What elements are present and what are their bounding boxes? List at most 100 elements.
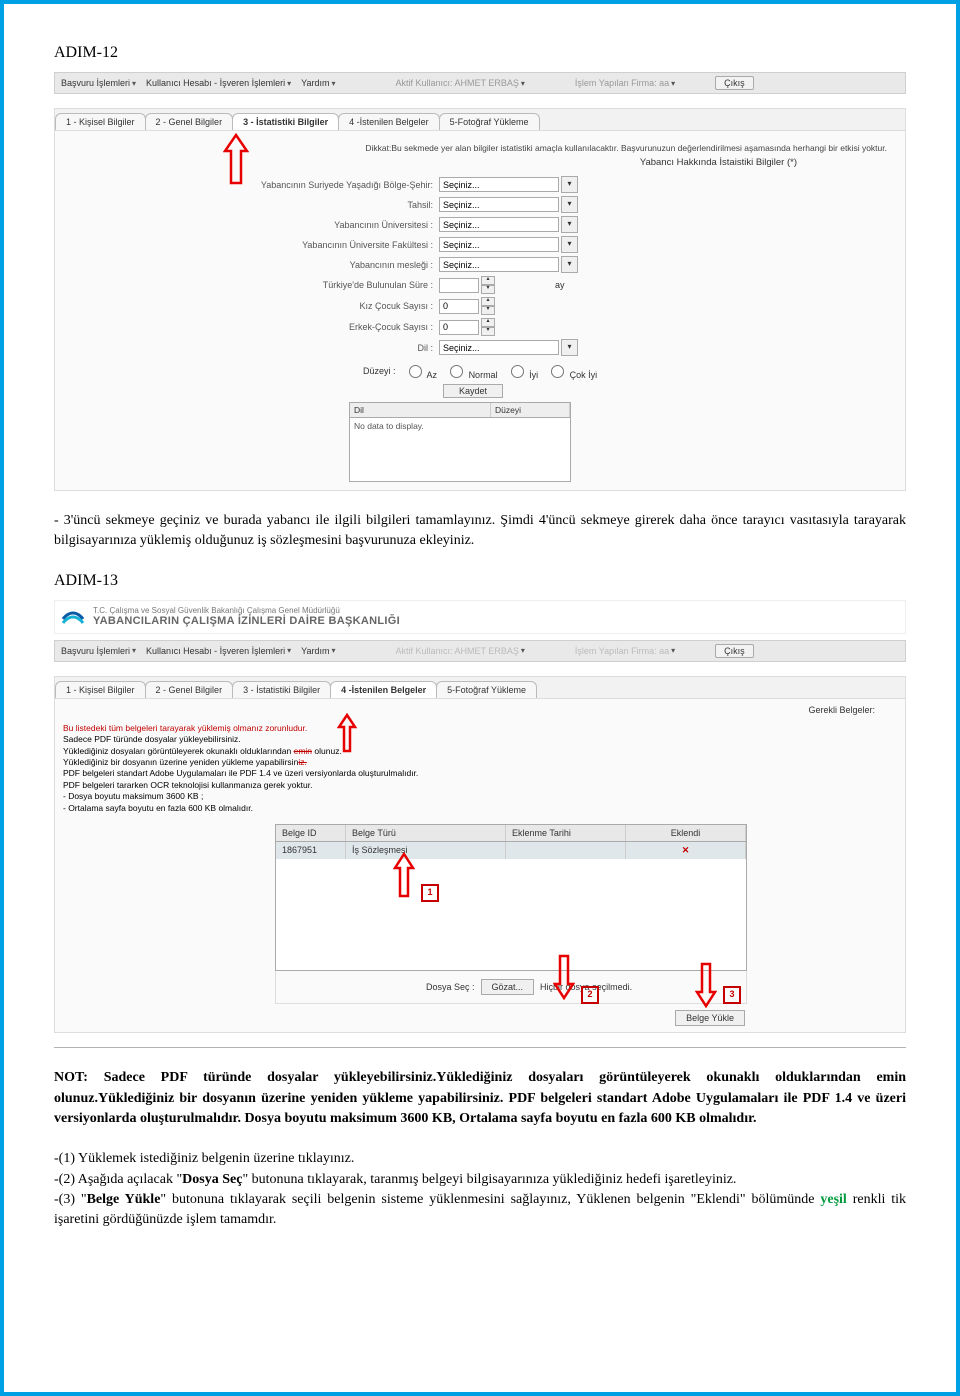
kaydet-button[interactable]: Kaydet <box>443 384 503 398</box>
tab-istatistiki[interactable]: 3 - İstatistiki Bilgiler <box>232 113 339 130</box>
select-meslek[interactable] <box>439 257 559 272</box>
x-icon: ✕ <box>682 845 690 855</box>
label-dil: Dil : <box>63 343 439 353</box>
dropdown-icon[interactable]: ▾ <box>561 216 578 233</box>
dropdown-icon[interactable]: ▾ <box>561 236 578 253</box>
instructions: -(1) Yüklemek istediğiniz belgenin üzeri… <box>54 1149 906 1230</box>
caret-icon: ▾ <box>132 79 136 88</box>
radio-az[interactable]: Az <box>404 362 438 380</box>
arrow-up-icon <box>337 713 357 756</box>
file-select-bar: Dosya Seç : Gözat... Hiçbir dosya seçilm… <box>275 971 747 1004</box>
document-table: Belge ID Belge Türü Eklenme Tarihi Eklen… <box>275 824 747 971</box>
browse-button[interactable]: Gözat... <box>481 979 535 995</box>
note-line: Yüklediğiniz dosyaları görüntüleyerek ok… <box>63 746 897 757</box>
exit-button[interactable]: Çıkış <box>715 644 754 658</box>
col-eklendi: Eklendi <box>626 825 746 841</box>
tab-fotograf[interactable]: 5-Fotoğraf Yükleme <box>439 113 540 130</box>
col-belge-id: Belge ID <box>276 825 346 841</box>
input-erkek[interactable] <box>439 320 479 335</box>
tabs-13: 1 - Kişisel Bilgiler 2 - Genel Bilgiler … <box>54 676 906 699</box>
label-erkek: Erkek-Çocuk Sayısı : <box>63 322 439 332</box>
tab-kisisel[interactable]: 1 - Kişisel Bilgiler <box>55 113 146 130</box>
active-firm-label[interactable]: İşlem Yapılan Firma: aa▾ <box>575 646 675 656</box>
active-user-label[interactable]: Aktif Kullanıcı: AHMET ERBAŞ▾ <box>395 78 524 88</box>
radio-cokiyi[interactable]: Çok İyi <box>546 362 597 380</box>
cell-belge-turu: İş Sözleşmesi <box>346 842 506 859</box>
table-row[interactable]: 1867951 İş Sözleşmesi ✕ <box>276 842 746 859</box>
select-fakulte[interactable] <box>439 237 559 252</box>
select-tahsil[interactable] <box>439 197 559 212</box>
tab-istenilen[interactable]: 4 -İstenilen Belgeler <box>338 113 440 130</box>
active-firm-label[interactable]: İşlem Yapılan Firma: aa▾ <box>575 78 675 88</box>
label-tahsil: Tahsil: <box>63 200 439 210</box>
menu-yardim[interactable]: Yardım▾ <box>301 646 335 656</box>
cell-eklenme-tarihi <box>506 842 626 859</box>
tabs: 1 - Kişisel Bilgiler 2 - Genel Bilgiler … <box>54 108 906 131</box>
note-line: Bu listedeki tüm belgeleri tarayarak yük… <box>63 723 897 734</box>
not-paragraph: NOT: Sadece PDF türünde dosyalar yükleye… <box>54 1068 906 1129</box>
menu-basvuru[interactable]: Başvuru İşlemleri▾ <box>61 646 136 656</box>
tab-content-istatistiki: Dikkat:Bu sekmede yer alan bilgiler ista… <box>54 131 906 491</box>
ministry-line2: YABANCILARIN ÇALIŞMA İZİNLERİ DAİRE BAŞK… <box>93 615 400 627</box>
spinner-erkek[interactable]: ▴▾ <box>481 318 495 336</box>
tab-genel[interactable]: 2 - Genel Bilgiler <box>145 113 234 130</box>
spinner-sure[interactable]: ▴▾ <box>481 276 495 294</box>
note-line: PDF belgeleri standart Adobe Uygulamalar… <box>63 768 897 779</box>
cell-eklendi: ✕ <box>626 842 746 859</box>
note-line: - Dosya boyutu maksimum 3600 KB ; <box>63 791 897 802</box>
radio-normal[interactable]: Normal <box>445 362 498 380</box>
caret-icon: ▾ <box>287 79 291 88</box>
arrow-down-icon <box>695 962 717 1010</box>
tab-kisisel[interactable]: 1 - Kişisel Bilgiler <box>55 681 146 698</box>
caret-icon: ▾ <box>331 79 335 88</box>
arrow-down-icon <box>553 954 575 1002</box>
arrow-up-icon <box>393 852 415 900</box>
exit-button[interactable]: Çıkış <box>715 76 754 90</box>
info-note: Dikkat:Bu sekmede yer alan bilgiler ista… <box>63 139 897 157</box>
label-bolge: Yabancının Suriyede Yaşadığı Bölge-Şehir… <box>63 180 439 190</box>
tab-istatistiki[interactable]: 3 - İstatistiki Bilgiler <box>232 681 331 698</box>
step-12-heading: ADIM-12 <box>54 44 906 62</box>
note-line: PDF belgeleri tararken OCR teknolojisi k… <box>63 780 897 791</box>
dropdown-icon[interactable]: ▾ <box>561 256 578 273</box>
select-bolge[interactable] <box>439 177 559 192</box>
label-meslek: Yabancının mesleği : <box>63 260 439 270</box>
dropdown-icon[interactable]: ▾ <box>561 196 578 213</box>
col-belge-turu: Belge Türü <box>346 825 506 841</box>
spinner-kiz[interactable]: ▴▾ <box>481 297 495 315</box>
menu-kullanici[interactable]: Kullanıcı Hesabı - İşveren İşlemleri▾ <box>146 646 291 656</box>
label-duzey: Düzeyi : <box>363 366 396 376</box>
input-sure[interactable] <box>439 278 479 293</box>
input-kiz[interactable] <box>439 299 479 314</box>
select-dil[interactable] <box>439 340 559 355</box>
tab-fotograf[interactable]: 5-Fotoğraf Yükleme <box>436 681 537 698</box>
unit-ay: ay <box>555 280 565 290</box>
table-empty: No data to display. <box>350 418 570 434</box>
tab-genel[interactable]: 2 - Genel Bilgiler <box>145 681 234 698</box>
select-universite[interactable] <box>439 217 559 232</box>
belge-yukle-button[interactable]: Belge Yükle <box>675 1010 745 1026</box>
duzey-row: Düzeyi : Az Normal İyi Çok İyi <box>363 362 897 380</box>
ministry-line1: T.C. Çalışma ve Sosyal Güvenlik Bakanlığ… <box>93 606 400 615</box>
label-universite: Yabancının Üniversitesi : <box>63 220 439 230</box>
dosya-sec-label: Dosya Seç : <box>426 982 475 992</box>
step-marker-3: 3 <box>723 986 741 1004</box>
active-user-label[interactable]: Aktif Kullanıcı: AHMET ERBAŞ▾ <box>395 646 524 656</box>
divider <box>54 1047 906 1048</box>
menu-kullanici[interactable]: Kullanıcı Hesabı - İşveren İşlemleri▾ <box>146 78 291 88</box>
app-header: Başvuru İşlemleri▾ Kullanıcı Hesabı - İş… <box>54 72 906 94</box>
dropdown-icon[interactable]: ▾ <box>561 176 578 193</box>
tab-istenilen[interactable]: 4 -İstenilen Belgeler <box>330 681 437 698</box>
step-13-heading: ADIM-13 <box>54 572 906 590</box>
info-notes-block: Bu listedeki tüm belgeleri tarayarak yük… <box>55 717 905 825</box>
radio-iyi[interactable]: İyi <box>506 362 539 380</box>
col-eklenme-tarihi: Eklenme Tarihi <box>506 825 626 841</box>
upload-action-row: Belge Yükle <box>275 1004 745 1032</box>
col-duzey: Düzeyi <box>491 403 570 417</box>
note-line: - Ortalama sayfa boyutu en fazla 600 KB … <box>63 803 897 814</box>
menu-basvuru[interactable]: Başvuru İşlemleri▾ <box>61 78 136 88</box>
ministry-logo-icon <box>61 605 85 629</box>
tab-content-istenilen: Gerekli Belgeler: Bu listedeki tüm belge… <box>54 699 906 1034</box>
menu-yardim[interactable]: Yardım▾ <box>301 78 335 88</box>
dropdown-icon[interactable]: ▾ <box>561 339 578 356</box>
